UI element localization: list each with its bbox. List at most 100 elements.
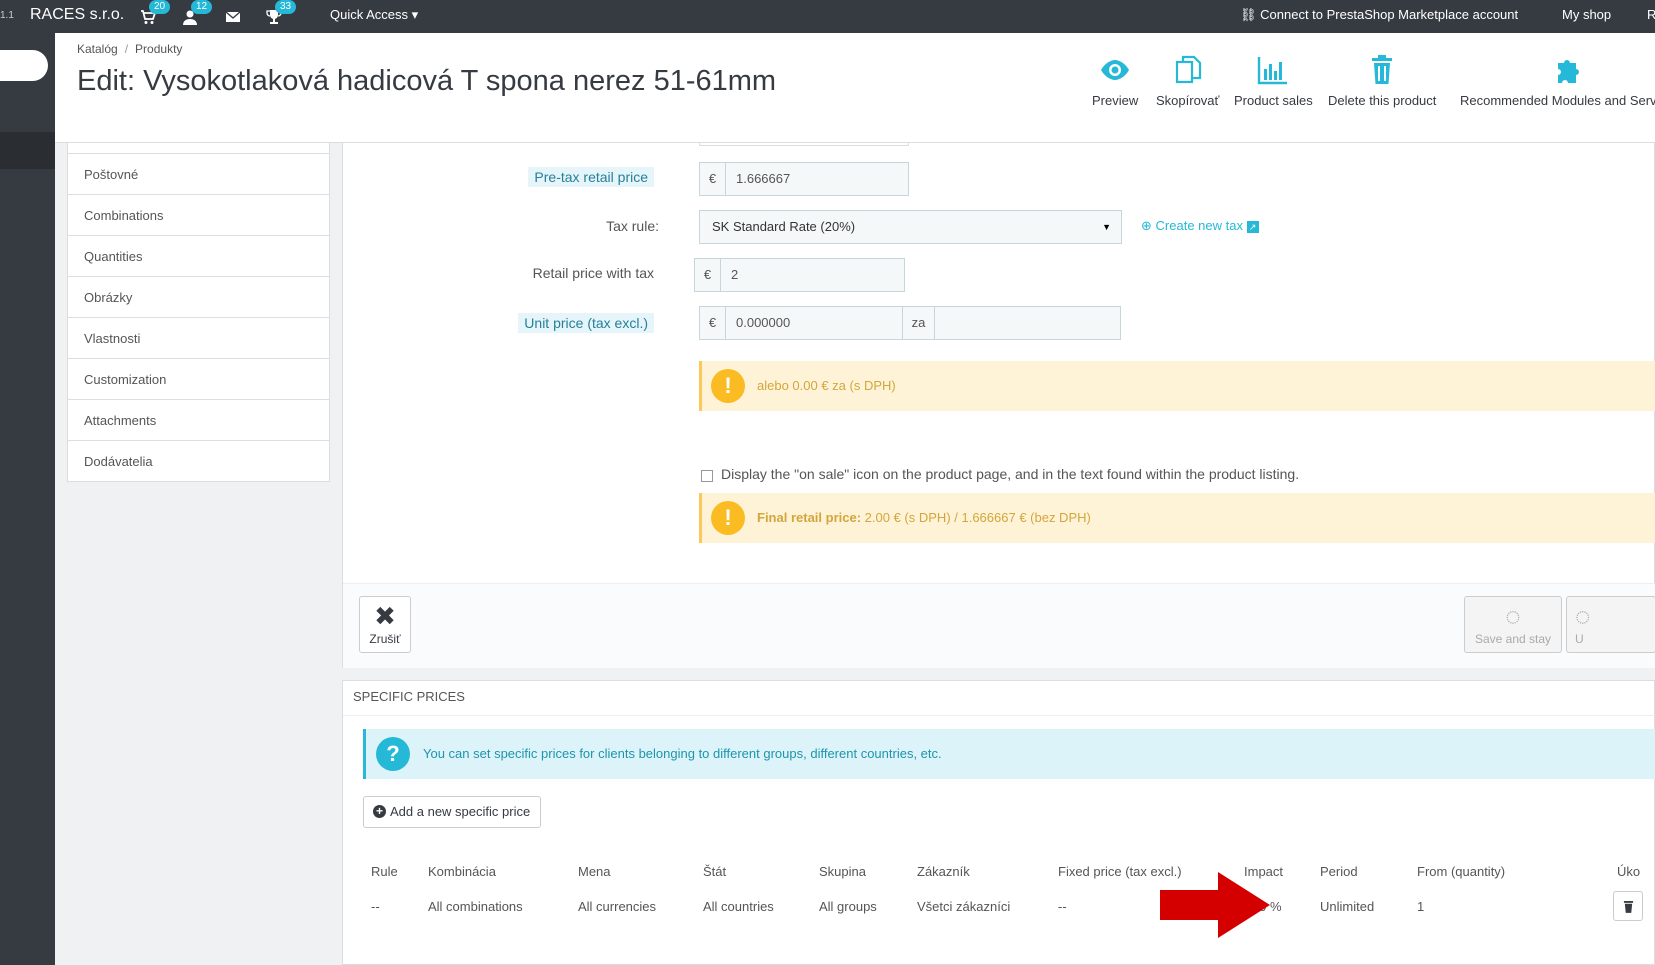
tab-shipping[interactable]: Poštovné xyxy=(68,153,329,194)
cell-rule: -- xyxy=(371,899,380,914)
cell-country: All countries xyxy=(703,899,774,914)
tax-rule-select[interactable]: SK Standard Rate (20%) ▼ xyxy=(699,210,1122,244)
tab-previous-cut xyxy=(68,143,329,153)
final-price-value: 2.00 € (s DPH) / 1.666667 € (bez DPH) xyxy=(864,510,1091,525)
orders-badge: 20 xyxy=(149,0,171,14)
tab-features[interactable]: Vlastnosti xyxy=(68,317,329,358)
unit-name-input[interactable] xyxy=(934,306,1121,340)
unit-price-alert: ! alebo 0.00 € za (s DPH) xyxy=(699,361,1655,411)
prices-panel: Pre-tax retail price € 1.666667 Tax rule… xyxy=(342,143,1655,668)
annotation-arrow-icon xyxy=(1160,872,1270,938)
trophy-notification[interactable]: 33 xyxy=(266,0,297,28)
cancel-button[interactable]: ✖ Zrušiť xyxy=(359,596,411,653)
breadcrumb-catalog[interactable]: Katalóg xyxy=(77,42,118,56)
breadcrumb: Katalóg / Produkty xyxy=(77,42,183,56)
caret-down-icon: ▾ xyxy=(411,7,419,22)
unit-per-label: za xyxy=(911,315,926,330)
version-fragment: 1.1 xyxy=(0,10,14,21)
currency-addon: € xyxy=(695,259,721,291)
cell-period: Unlimited xyxy=(1320,899,1375,914)
delete-product-label: Delete this product xyxy=(1328,93,1437,108)
trash-icon xyxy=(1372,55,1393,84)
tab-customization[interactable]: Customization xyxy=(68,358,329,399)
connect-marketplace-link[interactable]: ⛓ Connect to PrestaShop Marketplace acco… xyxy=(1240,7,1518,23)
preview-label: Preview xyxy=(1092,93,1139,108)
breadcrumb-products[interactable]: Produkty xyxy=(135,42,182,56)
trash-icon xyxy=(1623,901,1634,913)
spinner-icon: ◌ xyxy=(1505,601,1521,631)
cell-combination: All combinations xyxy=(428,899,523,914)
unit-price-alert-text: alebo 0.00 € za (s DPH) xyxy=(757,378,896,393)
top-bar: 1.1 RACES s.r.o. 20 12 33 Quick Access ▾… xyxy=(0,0,1655,33)
save-and-stay-label: Save and stay xyxy=(1474,632,1552,646)
column-from-quantity: From (quantity) xyxy=(1417,864,1506,879)
external-link-icon: ↗ xyxy=(1246,221,1259,233)
side-navigation xyxy=(0,33,55,965)
cancel-label: Zrušiť xyxy=(369,632,401,646)
cell-currency: All currencies xyxy=(578,899,657,914)
tab-combinations[interactable]: Combinations xyxy=(68,194,329,235)
my-shop-link[interactable]: My shop xyxy=(1562,7,1611,22)
quick-access-label: Quick Access xyxy=(330,7,409,22)
heading-divider xyxy=(343,715,1655,716)
recommended-modules-button[interactable]: Recommended Modules and Services xyxy=(1460,55,1655,108)
tab-quantities[interactable]: Quantities xyxy=(68,235,329,276)
column-actions-cut: Úko xyxy=(1617,864,1641,879)
nav-active-item[interactable] xyxy=(0,132,55,169)
final-price-label: Final retail price: xyxy=(757,510,862,525)
topbar-cut-link[interactable]: R xyxy=(1647,7,1655,22)
tab-suppliers[interactable]: Dodávatelia xyxy=(68,440,329,481)
product-sales-button[interactable]: Product sales xyxy=(1234,55,1313,108)
specific-prices-info-text: You can set specific prices for clients … xyxy=(423,746,942,761)
pretax-price-input[interactable]: € 1.666667 xyxy=(699,162,909,196)
cell-customer: Všetci zákazníci xyxy=(917,899,1011,914)
puzzle-icon xyxy=(1557,60,1579,83)
unit-price-input[interactable]: € 0.000000 xyxy=(699,306,903,340)
customers-notification[interactable]: 12 xyxy=(182,0,213,28)
cell-from-quantity: 1 xyxy=(1417,899,1425,914)
save-button-cut[interactable]: ◌ U xyxy=(1566,596,1655,653)
on-sale-checkbox[interactable] xyxy=(701,470,713,482)
on-sale-label: Display the "on sale" icon on the produc… xyxy=(721,466,1300,482)
recommended-modules-label: Recommended Modules and Services xyxy=(1460,93,1655,108)
select-caret-icon: ▼ xyxy=(1102,222,1111,232)
pretax-price-value: 1.666667 xyxy=(736,171,791,186)
column-combination: Kombinácia xyxy=(428,864,496,879)
specific-prices-panel: SPECIFIC PRICES ? You can set specific p… xyxy=(342,680,1655,965)
trophy-badge: 33 xyxy=(275,0,297,14)
nav-search-field[interactable] xyxy=(0,50,48,81)
quick-access-menu[interactable]: Quick Access ▾ xyxy=(330,7,418,23)
spinner-icon: ◌ xyxy=(1575,601,1591,631)
tab-attachments[interactable]: Attachments xyxy=(68,399,329,440)
unit-price-value: 0.000000 xyxy=(736,315,791,330)
chain-link-icon: ⛓ xyxy=(1240,7,1257,22)
messages-notification[interactable] xyxy=(225,6,247,28)
final-price-alert: ! Final retail price: 2.00 € (s DPH) / 1… xyxy=(699,493,1655,543)
warning-icon: ! xyxy=(711,369,745,403)
page-header: Katalóg / Produkty Edit: Vysokotlaková had… xyxy=(55,33,1655,143)
tax-rule-value: SK Standard Rate (20%) xyxy=(712,219,856,234)
envelope-icon xyxy=(225,11,241,22)
shop-name[interactable]: RACES s.r.o. xyxy=(30,6,124,24)
bar-chart-icon xyxy=(1258,57,1288,85)
connect-label: Connect to PrestaShop Marketplace accoun… xyxy=(1260,7,1519,22)
retail-price-with-tax-input[interactable]: € 2 xyxy=(694,258,905,292)
currency-addon: € xyxy=(700,163,726,195)
column-period: Period xyxy=(1320,864,1358,879)
duplicate-button[interactable]: Skopírovať xyxy=(1156,55,1219,108)
orders-notification[interactable]: 20 xyxy=(140,0,171,28)
product-tabs: Poštovné Combinations Quantities Obrázky… xyxy=(67,143,330,482)
panel-footer: ✖ Zrušiť ◌ Save and stay ◌ U xyxy=(343,583,1655,668)
add-specific-price-button[interactable]: + Add a new specific price xyxy=(363,796,542,828)
create-new-tax-link[interactable]: ⊕ Create new tax ↗ xyxy=(1141,218,1259,234)
close-icon: ✖ xyxy=(374,601,396,631)
delete-specific-price-button[interactable] xyxy=(1613,891,1643,921)
copy-icon xyxy=(1175,55,1201,84)
preview-button[interactable]: Preview xyxy=(1092,55,1138,108)
currency-addon: € xyxy=(700,307,726,339)
plus-circle-icon: + xyxy=(373,805,386,818)
save-and-stay-button[interactable]: ◌ Save and stay xyxy=(1464,596,1562,653)
delete-product-button[interactable]: Delete this product xyxy=(1328,55,1436,108)
warning-icon: ! xyxy=(711,501,745,535)
tab-images[interactable]: Obrázky xyxy=(68,276,329,317)
